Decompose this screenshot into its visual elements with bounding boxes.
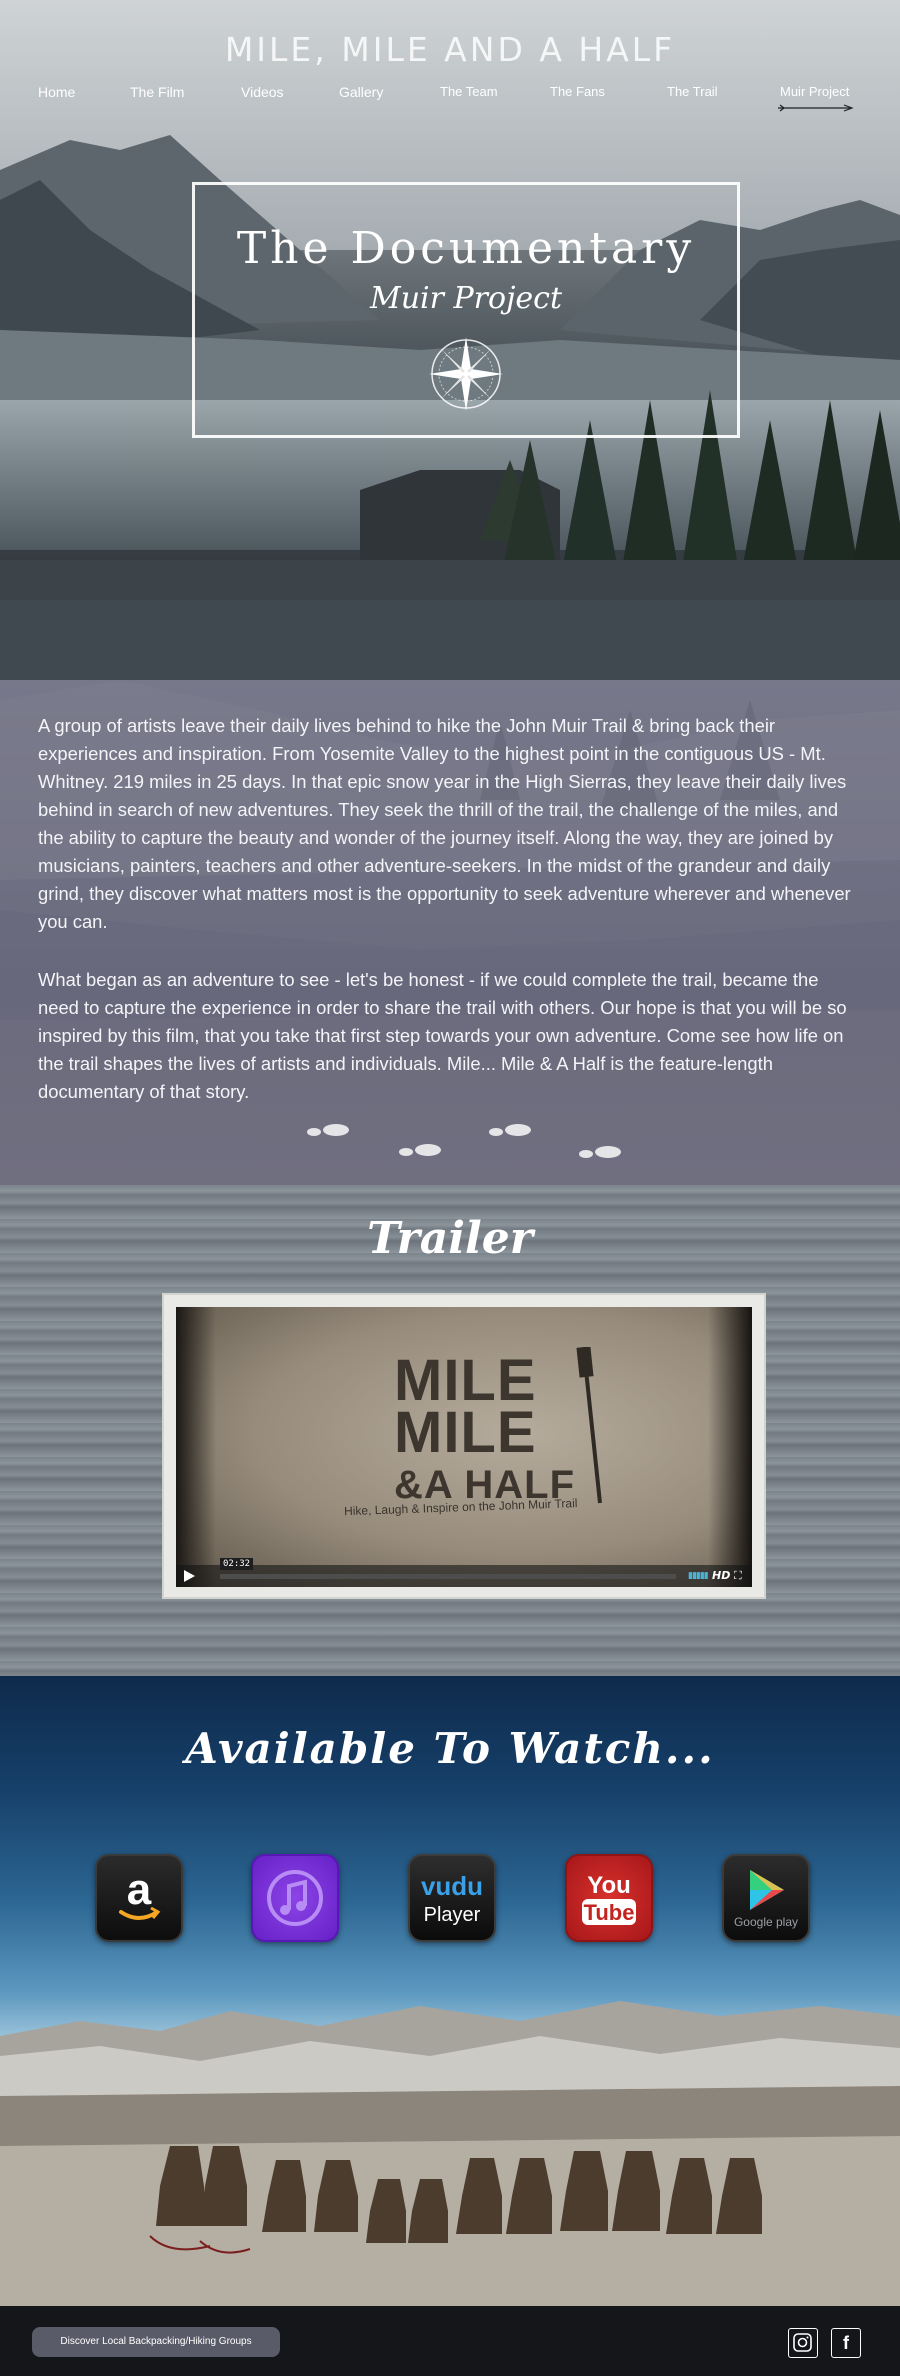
trailer-video-player[interactable]: MILE MILE &A HALF Hike, Laugh & Inspire …	[176, 1307, 752, 1587]
watch-section: Available To Watch... a vudu Player You …	[0, 1676, 900, 2306]
discover-groups-button[interactable]: Discover Local Backpacking/Hiking Groups	[32, 2327, 280, 2357]
svg-text:Tube: Tube	[584, 1900, 635, 1925]
documentary-title-box: The Documentary Muir Project	[192, 182, 740, 438]
amazon-icon[interactable]: a	[95, 1854, 183, 1942]
nav-the-team[interactable]: The Team	[440, 84, 498, 99]
documentary-subtitle: Muir Project	[369, 281, 562, 316]
facebook-icon[interactable]: f	[831, 2328, 861, 2358]
footer: Discover Local Backpacking/Hiking Groups…	[0, 2306, 900, 2376]
vudu-icon[interactable]: vudu Player	[408, 1854, 496, 1942]
svg-text:Google play: Google play	[734, 1915, 798, 1929]
svg-text:a: a	[127, 1868, 152, 1914]
volume-icon[interactable]: ▮▮▮▮▮	[688, 1571, 709, 1581]
google-play-icon[interactable]: Google play	[722, 1854, 810, 1942]
nav-the-trail[interactable]: The Trail	[667, 84, 718, 99]
hero-section: MILE, MILE AND A HALF Home The Film Vide…	[0, 0, 900, 680]
video-frame: MILE MILE &A HALF Hike, Laugh & Inspire …	[162, 1293, 766, 1599]
nav-muir-project[interactable]: Muir Project	[780, 84, 849, 99]
nav-videos[interactable]: Videos	[241, 84, 284, 100]
nav-home[interactable]: Home	[38, 84, 75, 100]
documentary-title: The Documentary	[236, 223, 696, 274]
fullscreen-icon[interactable]: ⛶	[734, 1569, 742, 1583]
svg-text:Player: Player	[424, 1904, 481, 1926]
svg-text:You: You	[587, 1872, 631, 1899]
main-nav: Home The Film Videos Gallery The Team Th…	[0, 84, 900, 112]
trailer-title: Trailer	[367, 1213, 533, 1264]
story-paragraph-2: What began as an adventure to see - let'…	[38, 969, 847, 1102]
nav-the-fans[interactable]: The Fans	[550, 84, 605, 99]
arrow-underline-icon	[778, 104, 854, 112]
nav-gallery[interactable]: Gallery	[339, 84, 383, 100]
nav-the-film[interactable]: The Film	[130, 84, 184, 100]
trailer-section: Trailer MILE MILE &A HALF Hike, Laugh & …	[0, 1185, 900, 1676]
compass-icon	[429, 337, 503, 411]
hd-toggle[interactable]: HD	[712, 1569, 730, 1582]
youtube-icon[interactable]: You Tube	[565, 1854, 653, 1942]
story-section: A group of artists leave their daily liv…	[0, 680, 900, 1185]
site-title[interactable]: MILE, MILE AND A HALF	[0, 30, 900, 69]
itunes-icon[interactable]	[251, 1854, 339, 1942]
footprints-icon	[307, 1124, 621, 1158]
svg-text:vudu: vudu	[421, 1871, 483, 1901]
video-progress-bar[interactable]	[220, 1574, 676, 1579]
trekking-pole-icon	[576, 1347, 602, 1504]
video-controls: 02:32 ▮▮▮▮▮ HD ⛶	[176, 1558, 752, 1587]
story-paragraph-1: A group of artists leave their daily liv…	[38, 715, 851, 932]
play-icon[interactable]	[184, 1570, 195, 1582]
watch-title: Available To Watch...	[185, 1724, 715, 1773]
instagram-icon[interactable]	[788, 2328, 818, 2358]
video-logo-line-2: MILE	[394, 1400, 537, 1465]
video-time: 02:32	[220, 1558, 254, 1570]
